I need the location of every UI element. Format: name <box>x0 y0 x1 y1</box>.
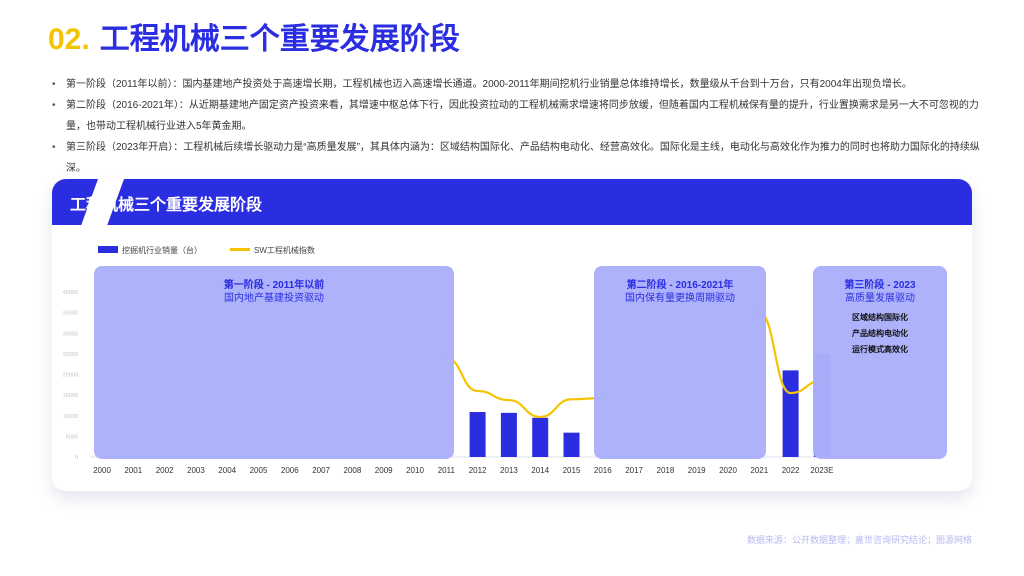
x-tick-label: 2018 <box>657 466 675 475</box>
bar <box>782 370 799 457</box>
bar <box>500 412 517 457</box>
y-tick-label: 30000 <box>63 331 78 337</box>
x-tick-label: 2021 <box>750 466 768 475</box>
y-tick-label: 5000 <box>66 434 78 440</box>
stage-item: 产品结构电动化 <box>852 328 908 338</box>
bullet-item: 第二阶段（2016-2021年）：从近期基建地产固定资产投资来看，其增速中枢总体… <box>50 95 980 137</box>
y-tick-label: 20000 <box>63 373 78 379</box>
x-tick-label: 2020 <box>719 466 737 475</box>
x-tick-label: 2006 <box>281 466 299 475</box>
x-tick-label: 2008 <box>344 466 362 475</box>
stage-subtitle: 国内保有量更换周期驱动 <box>625 291 735 304</box>
legend-label-bar: 挖掘机行业销量（台） <box>122 245 202 255</box>
x-tick-label: 2000 <box>93 466 111 475</box>
x-tick-label: 2004 <box>218 466 236 475</box>
x-tick-label: 2010 <box>406 466 424 475</box>
bar <box>469 412 486 457</box>
x-tick-label: 2022 <box>782 466 800 475</box>
y-tick-label: 40000 <box>63 290 78 296</box>
bar <box>563 432 580 457</box>
stage-subtitle: 高质量发展驱动 <box>845 291 915 304</box>
x-tick-label: 2011 <box>438 466 456 475</box>
x-tick-label: 2023E <box>810 466 833 475</box>
x-tick-label: 2014 <box>531 466 549 475</box>
title-text: 工程机械三个重要发展阶段 <box>99 23 460 56</box>
stage-subtitle: 国内地产基建投资驱动 <box>224 291 324 304</box>
stage-title: 第一阶段 - 2011年以前 <box>224 278 325 291</box>
x-tick-label: 2013 <box>500 466 518 475</box>
y-tick-label: 10000 <box>63 414 78 420</box>
stage-item: 运行模式高效化 <box>852 344 908 354</box>
y-tick-label: 15000 <box>63 393 78 399</box>
bullet-item: 第一阶段（2011年以前）：国内基建地产投资处于高速增长期，工程机械也迈入高速增… <box>50 74 980 95</box>
y-tick-label: 35000 <box>63 311 78 317</box>
stage-item: 区域结构国际化 <box>852 312 908 322</box>
page-title: 02. 工程机械三个重要发展阶段 <box>48 14 460 58</box>
stage-title: 第三阶段 - 2023 <box>844 278 916 291</box>
x-tick-label: 2019 <box>688 466 706 475</box>
bullet-item: 第三阶段（2023年开启）：工程机械后续增长驱动力是“高质量发展”，其具体内涵为… <box>50 137 980 179</box>
title-number: 02. <box>48 23 90 56</box>
x-tick-label: 2007 <box>312 466 330 475</box>
stage-title: 第二阶段 - 2016-2021年 <box>627 278 734 291</box>
x-tick-label: 2015 <box>563 466 581 475</box>
x-tick-label: 2016 <box>594 466 612 475</box>
bullet-list: 第一阶段（2011年以前）：国内基建地产投资处于高速增长期，工程机械也迈入高速增… <box>50 74 980 179</box>
legend-label-line: SW工程机械指数 <box>254 245 315 255</box>
x-tick-label: 2003 <box>187 466 205 475</box>
chart-card: 工程机械三个重要发展阶段 挖掘机行业销量（台） SW工程机械指数 0 5000 1000… <box>52 179 972 491</box>
chart: 挖掘机行业销量（台） SW工程机械指数 0 5000 10000 15000 20000 25… <box>63 245 947 475</box>
x-tick-label: 2017 <box>625 466 643 475</box>
x-tick-label: 2005 <box>250 466 268 475</box>
series-line <box>446 356 603 419</box>
y-tick-label: 25000 <box>63 352 78 358</box>
x-tick-label: 2002 <box>156 466 174 475</box>
legend-swatch-bar <box>98 246 118 253</box>
x-tick-label: 2009 <box>375 466 393 475</box>
x-tick-label: 2001 <box>124 466 142 475</box>
data-source: 数据来源：公开数据整理；嘉世咨询研究结论；图源网络 <box>746 535 972 545</box>
bar <box>532 417 549 457</box>
y-tick-label: 0 <box>75 455 78 461</box>
x-tick-label: 2012 <box>469 466 487 475</box>
